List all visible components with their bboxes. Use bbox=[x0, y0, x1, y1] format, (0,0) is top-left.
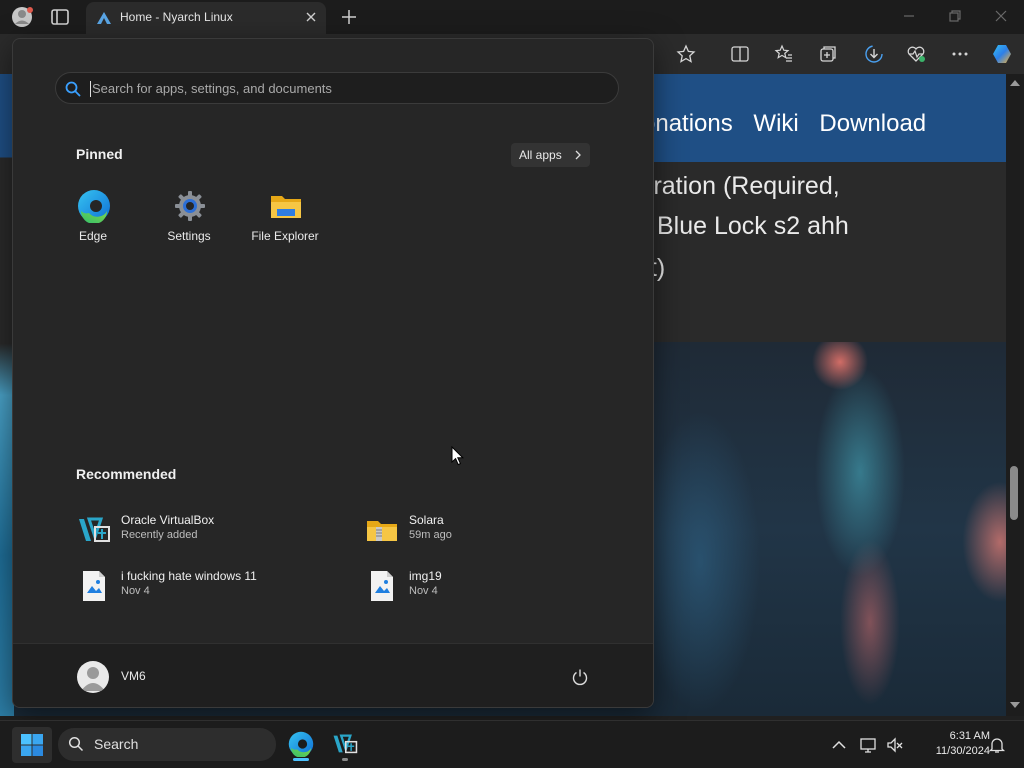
collections-icon[interactable] bbox=[818, 44, 838, 64]
favorite-star-icon[interactable] bbox=[676, 44, 696, 64]
chevron-right-icon bbox=[575, 150, 581, 160]
recommended-subtitle: 59m ago bbox=[409, 529, 452, 541]
new-tab-icon[interactable] bbox=[340, 8, 358, 26]
nav-link-donations[interactable]: onations bbox=[642, 110, 733, 137]
clock-time: 6:31 AM bbox=[949, 730, 990, 742]
tab-actions-icon[interactable] bbox=[50, 8, 70, 26]
all-apps-button[interactable]: All apps bbox=[511, 143, 590, 167]
page-scrollbar[interactable] bbox=[1006, 74, 1024, 716]
volume-muted-icon[interactable] bbox=[886, 736, 904, 754]
search-icon bbox=[65, 81, 81, 97]
image-file-icon bbox=[371, 571, 393, 601]
taskbar-app-virtualbox[interactable] bbox=[327, 727, 363, 763]
clock-date: 11/30/2024 bbox=[935, 745, 990, 757]
more-icon[interactable] bbox=[950, 44, 970, 64]
start-menu: Pinned All apps Edge bbox=[12, 38, 654, 708]
recommended-name: Oracle VirtualBox bbox=[121, 513, 215, 527]
browser-title-bar: Home - Nyarch Linux bbox=[0, 0, 1024, 34]
pinned-title: Pinned bbox=[76, 146, 123, 162]
minimize-icon[interactable] bbox=[902, 9, 916, 23]
edge-icon bbox=[288, 731, 314, 757]
start-search-box[interactable] bbox=[55, 72, 619, 104]
tab-title: Home - Nyarch Linux bbox=[120, 10, 233, 24]
search-icon bbox=[68, 736, 84, 752]
text-caret bbox=[90, 81, 91, 97]
start-menu-footer: VM6 bbox=[13, 643, 653, 707]
user-avatar-icon bbox=[81, 667, 105, 691]
browser-essentials-icon[interactable] bbox=[906, 44, 926, 64]
pinned-app-label: Settings bbox=[167, 229, 211, 243]
network-icon[interactable] bbox=[860, 736, 878, 754]
recommended-subtitle: Recently added bbox=[121, 529, 198, 541]
pinned-app-file-explorer[interactable]: File Explorer bbox=[241, 183, 329, 253]
restore-icon[interactable] bbox=[948, 9, 962, 23]
power-icon[interactable] bbox=[571, 668, 589, 686]
scroll-up-arrow-icon[interactable] bbox=[1009, 78, 1021, 88]
recommended-subtitle: Nov 4 bbox=[121, 585, 150, 597]
nav-links: onations Wiki Download bbox=[642, 110, 940, 138]
nav-link-wiki[interactable]: Wiki bbox=[753, 110, 798, 137]
pinned-app-edge[interactable]: Edge bbox=[49, 183, 137, 253]
system-clock[interactable]: 6:31 AM 11/30/2024 bbox=[910, 729, 990, 759]
recommended-name: Solara bbox=[409, 513, 444, 527]
page-text-line-1: leration (Required, bbox=[634, 172, 840, 200]
browser-tab-active[interactable]: Home - Nyarch Linux bbox=[86, 2, 326, 34]
all-apps-label: All apps bbox=[519, 148, 562, 162]
virtualbox-icon bbox=[79, 517, 110, 542]
recommended-item-img19[interactable]: img19 Nov 4 bbox=[365, 563, 625, 607]
profile-avatar-icon[interactable] bbox=[10, 6, 34, 28]
recommended-item-image-1[interactable]: i fucking hate windows 11 Nov 4 bbox=[77, 563, 337, 607]
taskbar-search-label: Search bbox=[94, 736, 139, 752]
downloads-icon[interactable] bbox=[864, 44, 884, 64]
split-screen-icon[interactable] bbox=[730, 44, 750, 64]
start-button[interactable] bbox=[12, 727, 52, 763]
edge-icon bbox=[78, 190, 110, 223]
taskbar: Search 6:31 AM 11/30/2024 bbox=[0, 720, 1024, 768]
pinned-app-settings[interactable]: Settings bbox=[145, 183, 233, 253]
copilot-icon[interactable] bbox=[990, 42, 1014, 66]
recommended-name: img19 bbox=[409, 569, 442, 583]
zip-folder-icon bbox=[367, 521, 397, 541]
close-tab-icon[interactable] bbox=[304, 10, 318, 24]
virtualbox-icon bbox=[333, 734, 358, 754]
nyarch-logo-icon bbox=[97, 12, 111, 24]
taskbar-search-box[interactable]: Search bbox=[58, 728, 276, 761]
mouse-cursor-icon bbox=[451, 446, 465, 466]
favorites-icon[interactable] bbox=[774, 44, 794, 64]
file-explorer-icon bbox=[271, 196, 301, 218]
user-avatar[interactable] bbox=[77, 661, 109, 693]
start-search-input[interactable] bbox=[90, 76, 610, 100]
running-app-indicator bbox=[342, 758, 348, 761]
recommended-name: i fucking hate windows 11 bbox=[121, 569, 257, 583]
page-text-line-2: Blue Lock s2 ahh bbox=[657, 212, 849, 240]
settings-gear-icon bbox=[175, 191, 205, 221]
active-app-indicator bbox=[293, 758, 309, 761]
nav-link-download[interactable]: Download bbox=[819, 110, 926, 137]
image-file-icon bbox=[83, 571, 105, 601]
taskbar-app-edge[interactable] bbox=[283, 727, 319, 763]
user-name[interactable]: VM6 bbox=[121, 669, 146, 683]
scrollbar-thumb[interactable] bbox=[1010, 466, 1018, 520]
pinned-app-label: File Explorer bbox=[251, 229, 319, 243]
pinned-app-label: Edge bbox=[78, 229, 108, 243]
recommended-item-solara[interactable]: Solara 59m ago bbox=[365, 507, 625, 551]
notification-bell-icon[interactable] bbox=[988, 736, 1006, 754]
chevron-up-icon[interactable] bbox=[830, 736, 848, 754]
recommended-subtitle: Nov 4 bbox=[409, 585, 438, 597]
recommended-title: Recommended bbox=[76, 466, 177, 482]
recommended-item-virtualbox[interactable]: Oracle VirtualBox Recently added bbox=[77, 507, 337, 551]
scroll-down-arrow-icon[interactable] bbox=[1009, 700, 1021, 710]
windows-logo-icon bbox=[21, 734, 43, 756]
close-window-icon[interactable] bbox=[994, 9, 1008, 23]
